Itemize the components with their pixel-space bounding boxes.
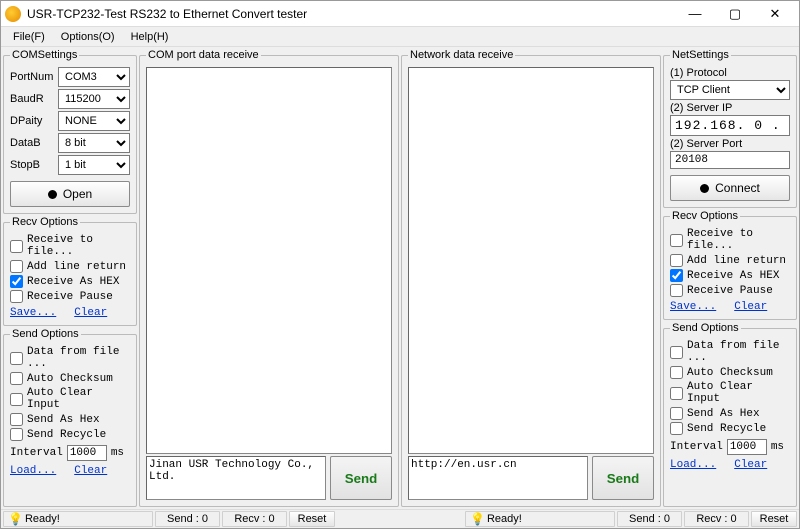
recv-save-right[interactable]: Save...	[670, 301, 716, 313]
menu-file[interactable]: File(F)	[5, 29, 53, 45]
com-recv-group: COM port data receive Jinan USR Technolo…	[139, 49, 399, 507]
status-ready-left: 💡 Ready!	[3, 511, 153, 527]
protocol-select[interactable]: TCP Client	[670, 80, 790, 100]
stopb-label: StopB	[10, 159, 54, 171]
auto-checksum-left[interactable]	[10, 372, 23, 385]
window-title: USR-TCP232-Test RS232 to Ethernet Conver…	[27, 7, 307, 21]
recv-to-file-left[interactable]	[10, 240, 23, 253]
auto-clear-input-right[interactable]	[670, 387, 683, 400]
recv-clear-right[interactable]: Clear	[734, 301, 767, 313]
com-send-button[interactable]: Send	[330, 456, 392, 500]
menu-options[interactable]: Options(O)	[53, 29, 123, 45]
status-recv-right: Recv : 0	[684, 511, 749, 527]
send-as-hex-left[interactable]	[10, 413, 23, 426]
titlebar: USR-TCP232-Test RS232 to Ethernet Conver…	[1, 1, 799, 27]
status-dot-icon	[700, 184, 709, 193]
menu-help[interactable]: Help(H)	[123, 29, 177, 45]
recv-options-legend: Recv Options	[670, 210, 740, 222]
app-icon	[5, 6, 21, 22]
recv-options-right: Recv Options Receive to file... Add line…	[663, 210, 797, 320]
server-ip-label: (2) Server IP	[670, 102, 790, 114]
net-send-button[interactable]: Send	[592, 456, 654, 500]
status-reset-right[interactable]: Reset	[751, 511, 797, 527]
send-options-left: Send Options Data from file ... Auto Che…	[3, 328, 137, 507]
send-recycle-right[interactable]	[670, 422, 683, 435]
interval-unit-left: ms	[111, 447, 124, 459]
recv-to-file-right[interactable]	[670, 234, 683, 247]
portnum-select[interactable]: COM3	[58, 67, 130, 87]
stopb-select[interactable]: 1 bit	[58, 155, 130, 175]
recv-as-hex-left[interactable]	[10, 275, 23, 288]
data-from-file-right[interactable]	[670, 346, 683, 359]
send-as-hex-right[interactable]	[670, 407, 683, 420]
parity-label: DPaity	[10, 115, 54, 127]
datab-label: DataB	[10, 137, 54, 149]
maximize-button[interactable]: ▢	[715, 2, 755, 26]
status-dot-icon	[48, 190, 57, 199]
recv-options-legend: Recv Options	[10, 216, 80, 228]
recv-pause-left[interactable]	[10, 290, 23, 303]
add-line-return-left[interactable]	[10, 260, 23, 273]
close-button[interactable]: ✕	[755, 2, 795, 26]
protocol-label: (1) Protocol	[670, 67, 790, 79]
auto-clear-input-left[interactable]	[10, 393, 23, 406]
interval-label-right: Interval	[670, 441, 723, 453]
com-send-textarea[interactable]: Jinan USR Technology Co., Ltd.	[146, 456, 326, 500]
status-ready-right: 💡 Ready!	[465, 511, 615, 527]
send-options-legend: Send Options	[10, 328, 81, 340]
auto-checksum-right[interactable]	[670, 366, 683, 379]
send-clear-left[interactable]: Clear	[74, 465, 107, 477]
recv-options-left: Recv Options Receive to file... Add line…	[3, 216, 137, 326]
send-load-left[interactable]: Load...	[10, 465, 56, 477]
portnum-label: PortNum	[10, 71, 54, 83]
server-port-label: (2) Server Port	[670, 138, 790, 150]
net-settings-legend: NetSettings	[670, 49, 731, 61]
statusbar: 💡 Ready! Send : 0 Recv : 0 Reset 💡 Ready…	[1, 509, 799, 527]
menubar: File(F) Options(O) Help(H)	[1, 27, 799, 47]
bulb-icon: 💡	[8, 512, 23, 526]
send-load-right[interactable]: Load...	[670, 459, 716, 471]
interval-label-left: Interval	[10, 447, 63, 459]
connect-button[interactable]: Connect	[670, 175, 790, 201]
minimize-button[interactable]: —	[675, 2, 715, 26]
send-options-right: Send Options Data from file ... Auto Che…	[663, 322, 797, 507]
recv-save-left[interactable]: Save...	[10, 307, 56, 319]
net-recv-group: Network data receive http://en.usr.cn Se…	[401, 49, 661, 507]
open-button-label: Open	[63, 187, 92, 201]
baud-select[interactable]: 115200	[58, 89, 130, 109]
recv-clear-left[interactable]: Clear	[74, 307, 107, 319]
com-recv-legend: COM port data receive	[146, 49, 261, 61]
add-line-return-right[interactable]	[670, 254, 683, 267]
connect-button-label: Connect	[715, 181, 760, 195]
data-from-file-left[interactable]	[10, 352, 23, 365]
status-send-right: Send : 0	[617, 511, 682, 527]
parity-select[interactable]: NONE	[58, 111, 130, 131]
datab-select[interactable]: 8 bit	[58, 133, 130, 153]
recv-as-hex-right[interactable]	[670, 269, 683, 282]
status-send-left: Send : 0	[155, 511, 220, 527]
send-options-legend: Send Options	[670, 322, 741, 334]
com-recv-textarea[interactable]	[146, 67, 392, 454]
bulb-icon: 💡	[470, 512, 485, 526]
baud-label: BaudR	[10, 93, 54, 105]
interval-input-left[interactable]	[67, 445, 107, 461]
com-settings-legend: COMSettings	[10, 49, 79, 61]
interval-input-right[interactable]	[727, 439, 767, 455]
com-settings-group: COMSettings PortNum COM3 BaudR 115200 DP…	[3, 49, 137, 214]
send-recycle-left[interactable]	[10, 428, 23, 441]
net-recv-textarea[interactable]	[408, 67, 654, 454]
status-reset-left[interactable]: Reset	[289, 511, 335, 527]
server-ip-input[interactable]	[670, 115, 790, 136]
recv-pause-right[interactable]	[670, 284, 683, 297]
send-clear-right[interactable]: Clear	[734, 459, 767, 471]
status-recv-left: Recv : 0	[222, 511, 287, 527]
open-button[interactable]: Open	[10, 181, 130, 207]
interval-unit-right: ms	[771, 441, 784, 453]
net-settings-group: NetSettings (1) Protocol TCP Client (2) …	[663, 49, 797, 208]
net-send-textarea[interactable]: http://en.usr.cn	[408, 456, 588, 500]
net-recv-legend: Network data receive	[408, 49, 515, 61]
server-port-input[interactable]	[670, 151, 790, 169]
